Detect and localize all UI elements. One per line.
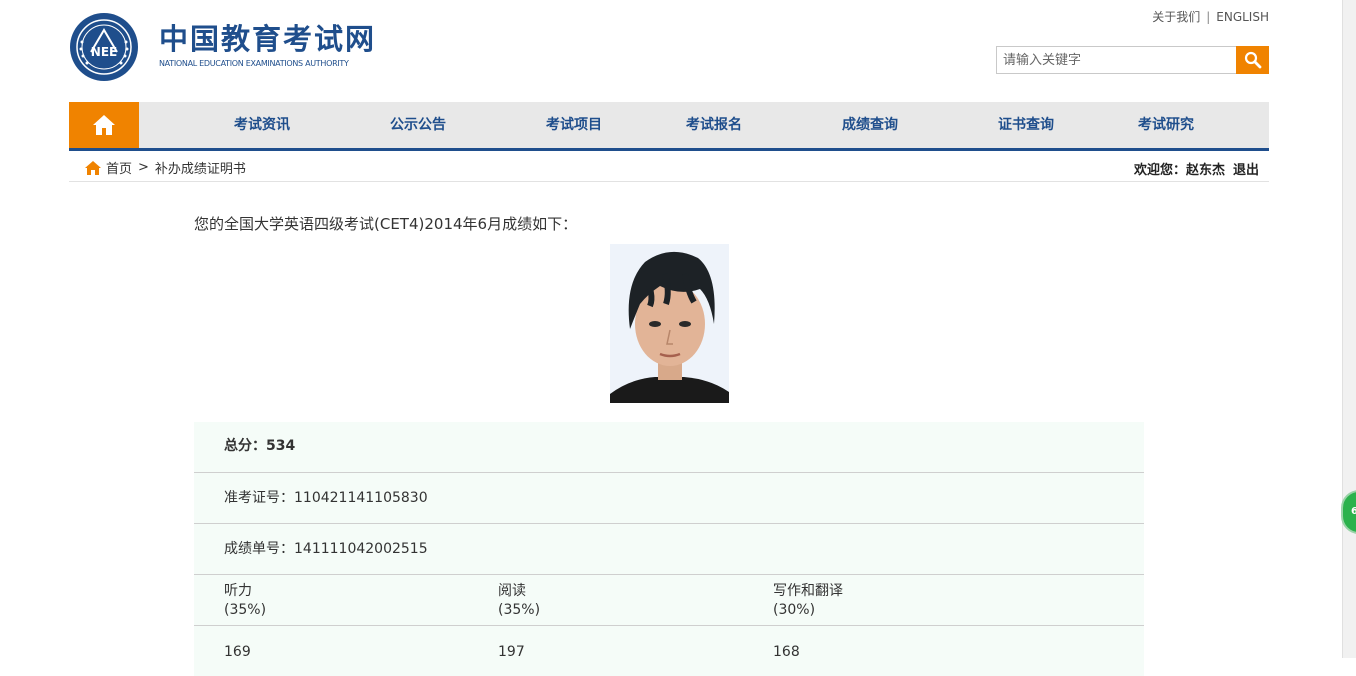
top-links: 关于我们 | ENGLISH	[1152, 8, 1269, 25]
section-header-writing-translation: 写作和翻译 (30%)	[773, 582, 843, 620]
section-score-row: 169 197 168	[194, 626, 1144, 676]
section-name: 阅读	[498, 583, 526, 599]
user-info: 欢迎您：赵东杰 退出	[1134, 159, 1259, 178]
exam-id-row: 准考证号：110421141105830	[194, 473, 1144, 524]
emblem-text: NEE	[91, 45, 117, 59]
nav-item-exam-research[interactable]: 考试研究	[1138, 102, 1194, 148]
breadcrumb-home-link[interactable]: 首页	[106, 158, 132, 177]
report-number-row: 成绩单号：141111042002515	[194, 524, 1144, 575]
user-name: 赵东杰	[1185, 163, 1225, 178]
vertical-scrollbar[interactable]	[1342, 0, 1356, 658]
welcome-label: 欢迎您：	[1133, 163, 1186, 178]
search-box	[996, 46, 1269, 74]
link-separator: |	[1206, 10, 1211, 24]
about-us-link[interactable]: 关于我们	[1152, 10, 1200, 24]
section-header-listening: 听力 (35%)	[224, 582, 266, 620]
exam-id: 准考证号：110421141105830	[224, 490, 428, 506]
breadcrumb-current: 补办成绩证明书	[154, 162, 246, 177]
section-weight: (35%)	[498, 602, 541, 618]
site-subtitle: NATIONAL EDUCATION EXAMINATIONS AUTHORIT…	[159, 59, 349, 68]
section-name: 听力	[224, 583, 252, 599]
candidate-photo	[610, 244, 729, 403]
score-card: 总分：534 准考证号：110421141105830 成绩单号：1411110…	[194, 422, 1144, 676]
score-reading: 197	[498, 644, 525, 660]
total-score-row: 总分：534	[194, 422, 1144, 473]
breadcrumb-separator: >	[138, 160, 149, 175]
breadcrumb-bar: 首页 > 补办成绩证明书 欢迎您：赵东杰 退出	[69, 151, 1269, 182]
main-nav: 考试资讯 公示公告 考试项目 考试报名 成绩查询 证书查询 考试研究	[69, 102, 1269, 151]
section-header-reading: 阅读 (35%)	[498, 582, 540, 620]
score-listening: 169	[224, 644, 251, 660]
nav-item-certificate-query[interactable]: 证书查询	[998, 102, 1054, 148]
logout-link[interactable]: 退出	[1233, 163, 1259, 178]
section-weight: (35%)	[224, 602, 267, 618]
section-weight: (30%)	[773, 602, 816, 618]
nav-item-exam-news[interactable]: 考试资讯	[234, 102, 290, 148]
search-icon	[1244, 51, 1261, 69]
section-name: 写作和翻译	[773, 583, 843, 599]
page-container: NEE 中国教育考试网 NATIONAL EDUCATION EXAMINATI…	[69, 0, 1269, 676]
score-writing-translation: 168	[773, 644, 800, 660]
section-header-row: 听力 (35%) 阅读 (35%) 写作和翻译 (30%)	[194, 575, 1144, 626]
report-number: 成绩单号：141111042002515	[224, 541, 428, 557]
total-score: 总分：534	[224, 438, 296, 454]
search-button[interactable]	[1236, 46, 1269, 74]
nee-emblem-logo[interactable]: NEE	[69, 12, 139, 82]
nav-item-score-query[interactable]: 成绩查询	[842, 102, 898, 148]
site-title[interactable]: 中国教育考试网	[159, 22, 376, 56]
nav-item-registration[interactable]: 考试报名	[686, 102, 742, 148]
nav-home-button[interactable]	[69, 102, 139, 148]
result-intro: 您的全国大学英语四级考试(CET4)2014年6月成绩如下：	[194, 215, 578, 233]
home-small-icon	[85, 160, 101, 175]
nav-item-exam-programs[interactable]: 考试项目	[546, 102, 602, 148]
home-icon	[93, 115, 115, 135]
nav-item-announcements[interactable]: 公示公告	[390, 102, 446, 148]
breadcrumb: 首页 > 补办成绩证明书	[85, 158, 246, 177]
search-input[interactable]	[996, 46, 1239, 74]
english-link[interactable]: ENGLISH	[1216, 10, 1269, 24]
